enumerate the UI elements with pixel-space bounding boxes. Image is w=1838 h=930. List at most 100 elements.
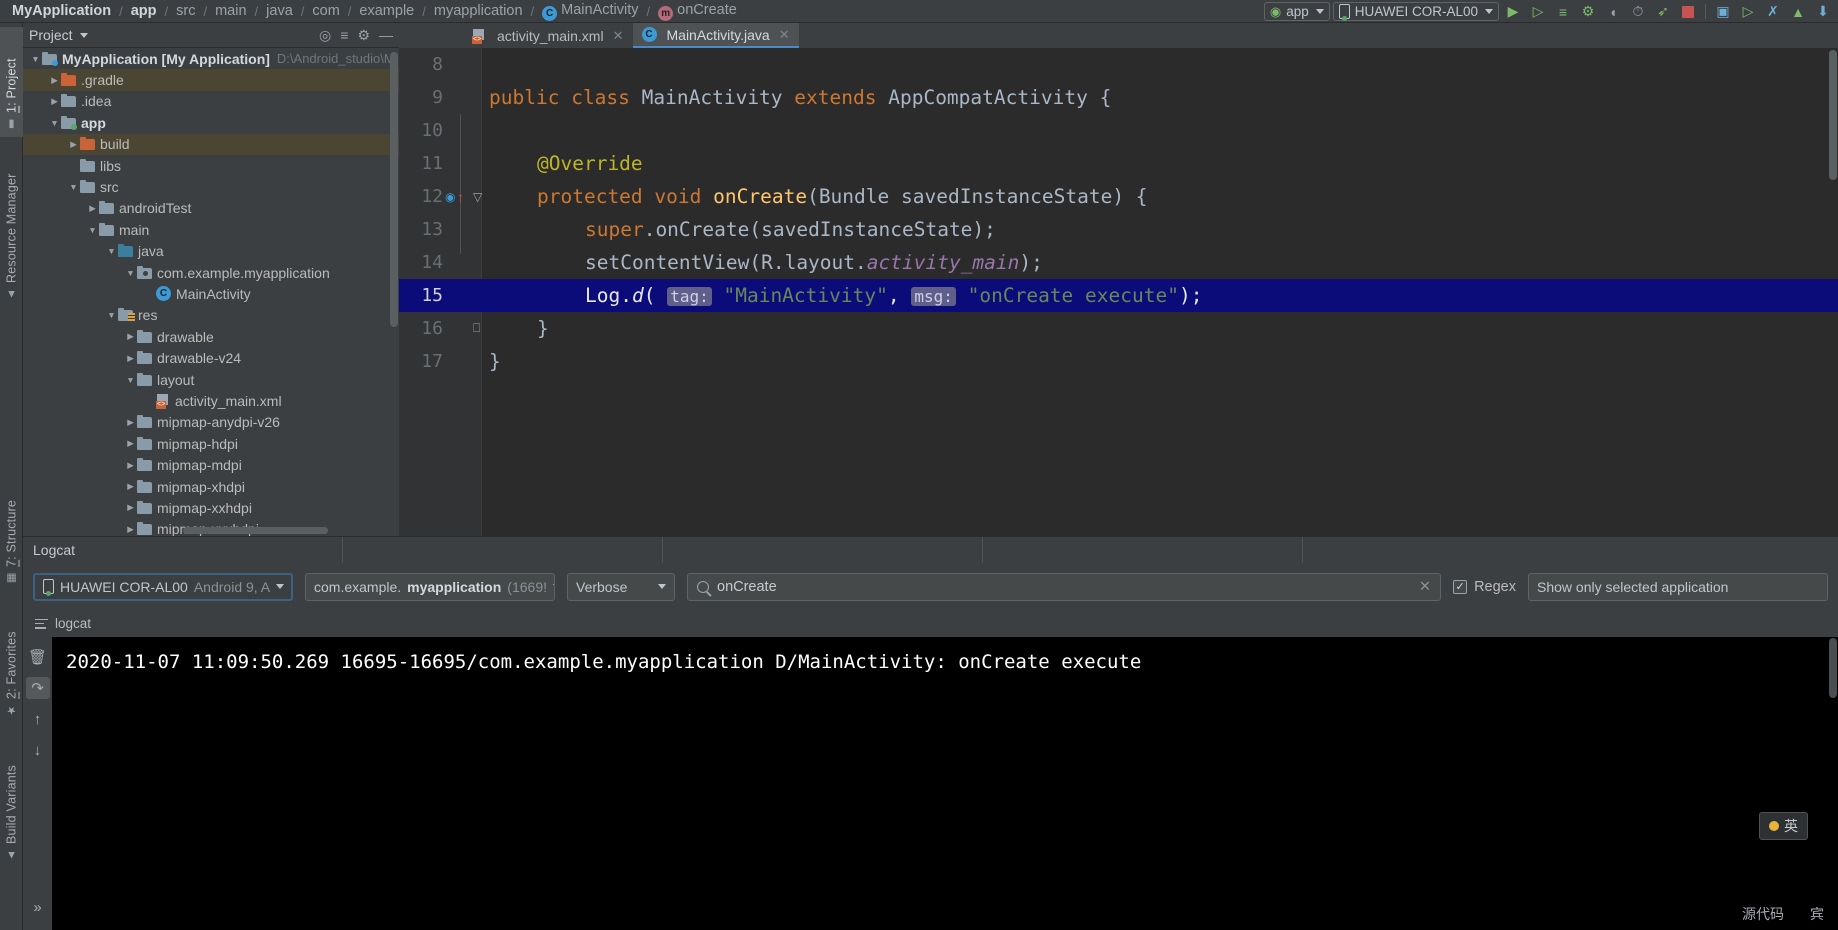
breadcrumb[interactable]: MyApplication / app / src / main / java / com / exam… — [0, 0, 739, 23]
chevron-right-icon[interactable]: ▶ — [124, 417, 137, 428]
attach-debugger-icon[interactable]: ◖ — [1602, 2, 1624, 22]
breadcrumb-item-myapplication[interactable]: MyApplication — [10, 3, 113, 19]
code-line-11[interactable]: 11 @Override — [399, 147, 1838, 180]
sdk-manager-icon[interactable]: ▷ — [1737, 2, 1759, 22]
tree-row[interactable]: ▼ MyApplication [My Application] D:\Androi… — [23, 48, 399, 69]
breadcrumb-item-com[interactable]: com — [310, 3, 341, 19]
fold-marker-icon[interactable]: ▽ — [473, 190, 482, 204]
tree-row[interactable]: ▶ mipmap-hdpi — [23, 433, 399, 454]
down-button[interactable]: ↓ — [26, 739, 50, 761]
breadcrumb-item-oncreate[interactable]: m onCreate — [656, 2, 739, 21]
logcat-regex-toggle[interactable]: ✓ Regex — [1453, 579, 1516, 595]
tree-row[interactable]: ▶ drawable-v24 — [23, 347, 399, 368]
logcat-device-selector[interactable]: HUAWEI COR-AL00 Android 9, A — [33, 572, 293, 601]
breadcrumb-item-example[interactable]: example — [357, 3, 416, 19]
tree-row[interactable]: ▶ drawable — [23, 326, 399, 347]
close-icon[interactable]: ✕ — [613, 28, 624, 44]
chevron-right-icon[interactable]: ▶ — [124, 438, 137, 449]
code-line-15[interactable]: 15 Log.d( tag: "MainActivity", msg: "onC… — [399, 279, 1838, 312]
stop-icon[interactable] — [1677, 2, 1699, 22]
logcat-process-selector[interactable]: com.example. myapplication (1669! — [305, 572, 555, 601]
code-line-12[interactable]: 12 ◉ ↑ ▽ protected void onCreate(Bundle … — [399, 180, 1838, 213]
tree-row[interactable]: activity_main.xml — [23, 390, 399, 411]
logcat-output[interactable]: 2020-11-07 11:09:50.269 16695-16695/com.… — [52, 637, 1838, 930]
code-line-10[interactable]: 10 — [399, 114, 1838, 147]
chevron-right-icon[interactable]: ▶ — [86, 203, 99, 214]
logcat-output-scrollbar[interactable] — [1829, 638, 1837, 698]
hide-icon[interactable]: — — [379, 27, 393, 43]
run-configuration-selector[interactable]: ◉ app — [1263, 2, 1330, 21]
code-line-13[interactable]: 13 super.onCreate(savedInstanceState); — [399, 213, 1838, 246]
chevron-right-icon[interactable]: ▶ — [124, 353, 137, 364]
tree-row[interactable]: ▼ app — [23, 112, 399, 133]
sidebar-item-favorites[interactable]: ★ 2: Favorites — [0, 595, 23, 723]
breadcrumb-item-myapplication[interactable]: myapplication — [432, 3, 525, 19]
project-tree[interactable]: ▼ MyApplication [My Application] D:\Androi… — [23, 48, 399, 536]
fold-end-marker-icon[interactable]: ⎕ — [473, 321, 480, 336]
code-line-14[interactable]: 14 setContentView(R.layout.activity_main… — [399, 246, 1838, 279]
logcat-search-input[interactable]: onCreate ✕ — [687, 572, 1442, 601]
collapse-all-icon[interactable]: ≡ — [340, 27, 348, 43]
target-icon[interactable]: ◎ — [319, 27, 331, 44]
chevron-right-icon[interactable]: ▶ — [48, 96, 61, 107]
tree-row[interactable]: ▼ src — [23, 176, 399, 197]
override-marker-icon[interactable]: ◉ — [445, 190, 455, 204]
sidebar-item-project[interactable]: ▮ 1: Project — [0, 27, 23, 137]
tree-row[interactable]: ▶ mipmap-anydpi-v26 — [23, 412, 399, 433]
chevron-right-icon[interactable]: ▶ — [124, 502, 137, 513]
clear-logcat-button[interactable]: 🗑 — [26, 646, 50, 668]
chevron-right-icon[interactable]: ▶ — [124, 481, 137, 492]
expand-button[interactable]: » — [26, 896, 50, 918]
code-line-16[interactable]: 16 ⎕ } — [399, 312, 1838, 345]
tree-row[interactable]: ▶ mipmap-mdpi — [23, 454, 399, 475]
profiler-icon[interactable]: ⏱ — [1627, 2, 1649, 22]
breadcrumb-item-mainactivity[interactable]: C MainActivity — [540, 2, 640, 21]
logcat-level-selector[interactable]: Verbose — [567, 572, 675, 601]
chevron-down-icon[interactable]: ▼ — [48, 118, 61, 128]
code-editor[interactable]: 8 9 public class MainActivity extends Ap… — [399, 48, 1838, 536]
clear-icon[interactable]: ✕ — [1419, 579, 1431, 595]
apply-changes-icon[interactable]: ≡ — [1552, 2, 1574, 22]
chevron-right-icon[interactable]: ▶ — [67, 139, 80, 150]
editor-scrollbar[interactable] — [1829, 50, 1837, 180]
project-tree-scrollbar[interactable] — [390, 52, 398, 327]
chevron-down-icon[interactable] — [79, 32, 88, 38]
code-line-9[interactable]: 9 public class MainActivity extends AppC… — [399, 81, 1838, 114]
chevron-right-icon[interactable]: ▶ — [48, 75, 61, 86]
sidebar-item-structure[interactable]: ▦ 7: Structure — [0, 461, 23, 591]
chevron-down-icon[interactable]: ▼ — [124, 375, 137, 385]
close-icon[interactable]: ✕ — [779, 27, 790, 43]
search-everywhere-icon[interactable]: ⬇ — [1812, 2, 1834, 22]
tab-activity-main-xml[interactable]: activity_main.xml ✕ — [463, 23, 633, 48]
chevron-down-icon[interactable]: ▼ — [67, 182, 80, 192]
avd-manager-icon[interactable]: ▣ — [1712, 2, 1734, 22]
up-button[interactable]: ↑ — [26, 708, 50, 730]
ime-indicator[interactable]: 英 — [1759, 812, 1808, 840]
tree-row[interactable]: ▼ res — [23, 305, 399, 326]
device-selector[interactable]: HUAWEI COR-AL00 — [1332, 2, 1499, 21]
breadcrumb-item-main[interactable]: main — [213, 3, 248, 19]
override-arrow-icon[interactable]: ↑ — [457, 189, 464, 205]
tree-row[interactable]: ▼ layout — [23, 369, 399, 390]
project-tree-hscrollbar[interactable] — [183, 527, 328, 534]
sidebar-item-build-variants[interactable]: ▲ Build Variants — [0, 727, 23, 867]
tab-mainactivity-java[interactable]: C MainActivity.java ✕ — [632, 23, 799, 48]
breadcrumb-item-app[interactable]: app — [129, 3, 159, 19]
device-file-explorer-icon[interactable]: ▲ — [1787, 2, 1809, 22]
breadcrumb-item-src[interactable]: src — [174, 3, 197, 19]
chevron-down-icon[interactable]: ▼ — [86, 225, 99, 235]
run-icon[interactable]: ▶ — [1502, 2, 1524, 22]
chevron-down-icon[interactable]: ▼ — [124, 268, 137, 278]
tree-row[interactable]: libs — [23, 155, 399, 176]
code-line-17[interactable]: 17 } — [399, 345, 1838, 378]
tree-row[interactable]: ▶ .idea — [23, 91, 399, 112]
tree-row[interactable]: C MainActivity — [23, 283, 399, 304]
sidebar-item-resource-manager[interactable]: ▲ Resource Manager — [0, 141, 23, 306]
tree-row[interactable]: ▶ build — [23, 133, 399, 155]
layout-inspector-icon[interactable]: ✗ — [1762, 2, 1784, 22]
tree-row[interactable]: ▼ com.example.myapplication — [23, 262, 399, 283]
debug-icon[interactable]: ⚙ — [1577, 2, 1599, 22]
run-anything-icon[interactable]: ➶ — [1652, 2, 1674, 22]
tree-row[interactable]: ▶ mipmap-xhdpi — [23, 476, 399, 497]
tree-row[interactable]: ▼ java — [23, 241, 399, 262]
